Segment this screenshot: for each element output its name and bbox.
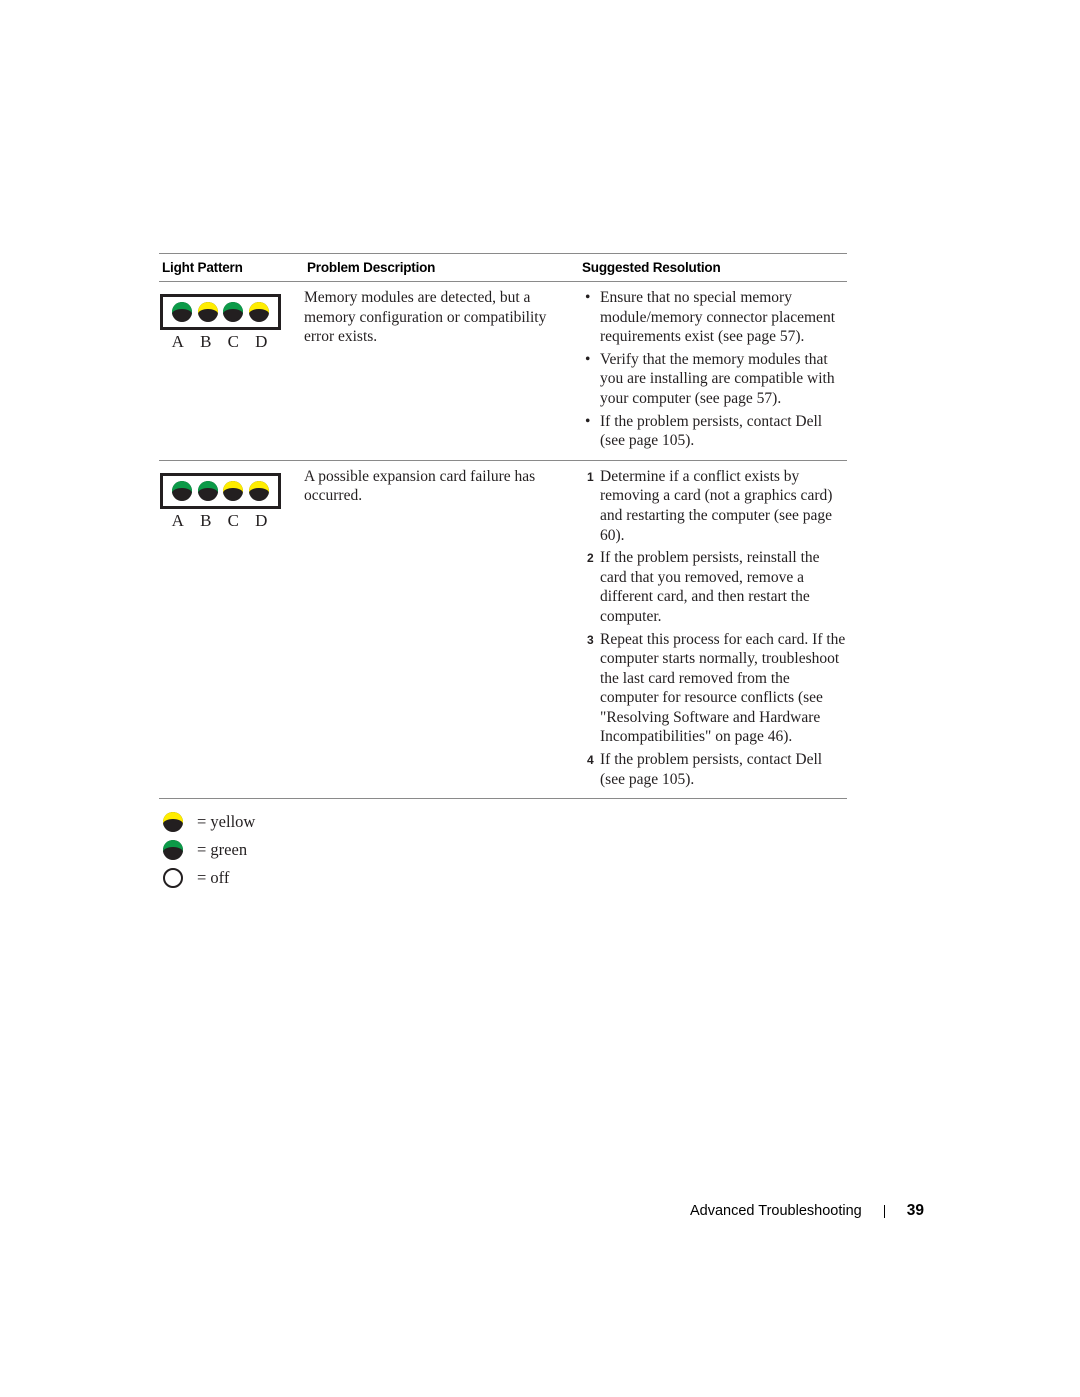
resolution-text: If the problem persists, contact Dell (s… <box>600 751 823 788</box>
legend-item-green: = green <box>163 836 255 864</box>
suggested-resolution: 1 Determine if a conflict exists by remo… <box>579 467 847 793</box>
suggested-resolution: • Ensure that no special memory module/m… <box>579 288 847 454</box>
letter-a: A <box>171 332 185 351</box>
table-header: Light Pattern Problem Description Sugges… <box>159 254 847 281</box>
bullet-marker: • <box>585 289 591 306</box>
problem-description: A possible expansion card failure has oc… <box>304 467 536 505</box>
step-number: 1 <box>587 469 594 484</box>
footer-separator <box>883 1204 885 1218</box>
light-c-icon <box>223 302 244 322</box>
bullet-marker: • <box>585 412 591 430</box>
legend-label: = off <box>197 868 230 887</box>
legend-label: = green <box>197 840 248 859</box>
letter-c: C <box>227 332 240 351</box>
light-b-icon <box>197 480 218 501</box>
light-a-icon <box>171 302 192 322</box>
resolution-item: • Ensure that no special memory module/m… <box>579 288 847 347</box>
header-problem-description: Problem Description <box>307 260 436 275</box>
light-b-icon <box>197 302 218 322</box>
light-c-icon <box>223 480 244 501</box>
legend-item-yellow: = yellow <box>163 808 255 836</box>
header-light-pattern: Light Pattern <box>162 260 243 275</box>
footer-section-title: Advanced Troubleshooting <box>690 1203 862 1219</box>
resolution-step: 4 If the problem persists, contact Dell … <box>579 750 847 789</box>
resolution-item: • Verify that the memory modules that yo… <box>579 350 847 409</box>
resolution-text: Ensure that no special memory module/mem… <box>600 289 835 346</box>
light-letters: A B C D <box>164 511 276 531</box>
letter-b: B <box>200 332 213 351</box>
resolution-step: 3 Repeat this process for each card. If … <box>579 630 847 748</box>
table-row: A B C D Memory modules are detected, but… <box>159 282 847 460</box>
letter-c: C <box>227 510 240 530</box>
step-number: 4 <box>587 753 594 768</box>
light-pattern-cell: A B C D <box>159 467 304 793</box>
resolution-text: If the problem persists, reinstall the c… <box>600 549 820 625</box>
light-d-icon <box>249 302 270 322</box>
page-footer: Advanced Troubleshooting 39 <box>690 1202 924 1220</box>
resolution-text: Verify that the memory modules that you … <box>600 350 835 407</box>
resolution-text: Repeat this process for each card. If th… <box>600 630 846 746</box>
light-legend: = yellow = green = off <box>163 808 255 892</box>
step-number: 3 <box>587 632 594 647</box>
bullet-marker: • <box>585 350 591 368</box>
page-number: 39 <box>906 1202 924 1219</box>
off-light-icon <box>163 868 183 888</box>
light-pattern-diagram <box>160 294 281 330</box>
light-pattern-cell: A B C D <box>159 288 304 454</box>
yellow-light-icon <box>163 812 183 832</box>
letter-b: B <box>200 510 213 530</box>
table-bottom-rule <box>159 798 847 800</box>
legend-label: = yellow <box>197 812 256 831</box>
diagnostic-lights-table: Light Pattern Problem Description Sugges… <box>159 253 847 800</box>
light-d-icon <box>249 480 270 501</box>
resolution-step: 2 If the problem persists, reinstall the… <box>579 548 847 626</box>
legend-item-off: = off <box>163 864 255 892</box>
resolution-item: • If the problem persists, contact Dell … <box>579 412 847 451</box>
resolution-step: 1 Determine if a conflict exists by remo… <box>579 467 847 545</box>
light-a-icon <box>171 480 192 501</box>
problem-description: Memory modules are detected, but a memor… <box>304 289 547 346</box>
light-pattern-diagram <box>160 472 281 509</box>
letter-d: D <box>255 332 269 351</box>
letter-d: D <box>255 510 269 530</box>
resolution-text: If the problem persists, contact Dell (s… <box>600 412 823 450</box>
header-suggested-resolution: Suggested Resolution <box>582 260 721 275</box>
resolution-text: Determine if a conflict exists by removi… <box>600 467 833 544</box>
letter-a: A <box>171 510 185 530</box>
light-letters: A B C D <box>164 332 276 352</box>
table-row: A B C D A possible expansion card failur… <box>159 461 847 799</box>
step-number: 2 <box>587 551 594 566</box>
green-light-icon <box>163 840 183 860</box>
